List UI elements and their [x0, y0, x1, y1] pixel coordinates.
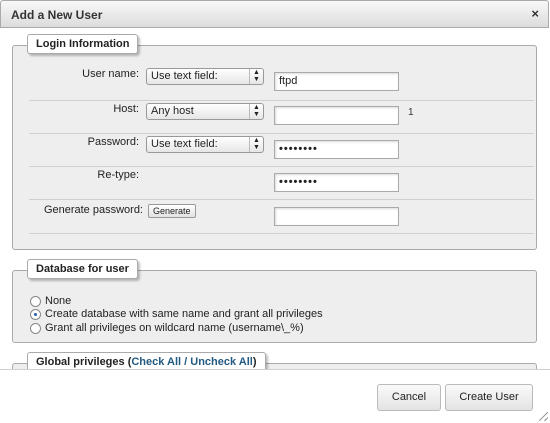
username-label: User name: [82, 68, 139, 80]
host-type-value: Any host [151, 105, 194, 117]
username-type-value: Use text field: [151, 70, 218, 82]
password-row: Password: Use text field: ▲ ▼ •••••••• [29, 134, 534, 167]
global-privileges-legend-prefix: Global privileges ( [36, 356, 132, 368]
password-type-select[interactable]: Use text field: ▲ ▼ [146, 136, 264, 153]
radio-create-same-name[interactable] [30, 309, 41, 320]
database-fieldset: Database for user None Create database w… [12, 259, 537, 343]
add-user-dialog: Add a New User × Login Information User … [0, 0, 550, 423]
resize-handle-icon[interactable] [539, 412, 548, 421]
cancel-button[interactable]: Cancel [377, 384, 441, 411]
username-type-select[interactable]: Use text field: ▲ ▼ [146, 68, 264, 85]
host-input[interactable] [274, 106, 399, 125]
retype-label: Re-type: [97, 169, 139, 181]
legend-separator: / [181, 356, 191, 368]
radio-wildcard[interactable] [30, 323, 41, 334]
global-privileges-legend-suffix: ) [252, 356, 257, 368]
footer-separator [0, 369, 550, 370]
password-input[interactable]: •••••••• [274, 140, 399, 159]
radio-wildcard-label: Grant all privileges on wildcard name (u… [45, 322, 304, 334]
password-type-value: Use text field: [151, 138, 218, 150]
username-row: User name: Use text field: ▲ ▼ ftpd [29, 66, 534, 101]
login-information-fieldset: Login Information User name: Use text fi… [12, 34, 537, 250]
database-legend: Database for user [27, 259, 138, 279]
password-label: Password: [87, 136, 139, 148]
dialog-title: Add a New User [11, 8, 103, 22]
close-icon[interactable]: × [531, 6, 539, 22]
generated-password-input[interactable] [274, 207, 399, 226]
check-all-link[interactable]: Check All [131, 356, 181, 368]
radio-create-same-name-label: Create database with same name and grant… [45, 308, 323, 320]
host-row: Host: Any host ▲ ▼ 1 [29, 101, 534, 134]
retype-row: Re-type: •••••••• [29, 167, 534, 200]
dialog-content[interactable]: Login Information User name: Use text fi… [0, 29, 550, 369]
radio-none[interactable] [30, 296, 41, 307]
generate-password-row: Generate password: Generate [29, 200, 534, 234]
select-arrows-icon: ▲ ▼ [249, 137, 263, 152]
host-type-select[interactable]: Any host ▲ ▼ [146, 103, 264, 120]
select-arrows-icon: ▲ ▼ [249, 104, 263, 119]
generate-password-label: Generate password: [43, 204, 143, 216]
radio-none-label: None [45, 295, 72, 307]
global-privileges-legend: Global privileges (Check All / Uncheck A… [27, 352, 266, 369]
login-information-legend: Login Information [27, 34, 139, 54]
host-hint: 1 [408, 107, 414, 118]
host-label: Host: [113, 103, 139, 115]
generate-button[interactable]: Generate [148, 204, 196, 218]
username-input[interactable]: ftpd [274, 72, 399, 91]
uncheck-all-link[interactable]: Uncheck All [190, 356, 253, 368]
retype-input[interactable]: •••••••• [274, 173, 399, 192]
select-arrows-icon: ▲ ▼ [249, 69, 263, 84]
create-user-button[interactable]: Create User [445, 384, 533, 411]
dialog-titlebar[interactable]: Add a New User × [0, 0, 549, 28]
